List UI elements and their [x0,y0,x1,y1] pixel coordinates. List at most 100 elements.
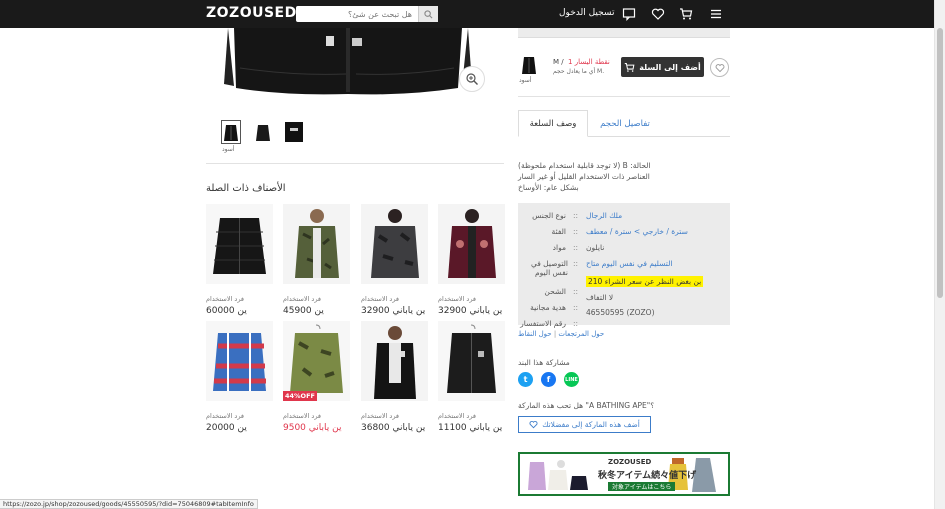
related-item-card[interactable]: فرد الاستخدام 45900 ين [283,204,350,316]
banner-brand: ZOZOUSED [608,458,652,466]
info-value: 46550595 (ZOZO) [586,308,655,317]
info-key: مواد [552,243,566,252]
item-price: 9500 ين ياباني [283,423,342,433]
related-item-card[interactable]: فرد الاستخدام 36800 ين ياباني [361,321,428,433]
line-icon[interactable]: LINE [564,372,579,387]
banner-headline: 秋冬アイテム続々値下げ [598,471,697,481]
info-separator: :: [573,303,579,312]
product-thumbnail [438,204,505,284]
info-separator: :: [573,243,579,252]
sale-badge: 44%OFF [283,391,317,401]
heart-icon[interactable] [651,7,665,21]
returns-link[interactable]: حول المرتجعات [558,330,604,338]
info-key: الفئة [551,227,566,236]
product-thumbnail [283,204,350,284]
item-price: 32900 ين ياباني [361,306,426,316]
chat-icon[interactable] [622,7,636,21]
thumbnail-2[interactable] [253,120,273,144]
related-item-card[interactable]: فرد الاستخدام 20000 ين [206,321,273,433]
product-thumbnail [283,321,350,401]
product-thumbnail [206,321,273,401]
promo-banner[interactable]: ZOZOUSED 秋冬アイテム続々値下げ 対象アイテムはこちら [518,452,730,496]
info-key: التوصيل في نفس اليوم [530,259,568,277]
status-bar-url: https://zozo.jp/shop/zozoused/goods/4555… [0,499,258,509]
tab-size-details[interactable]: تفاصيل الحجم [590,110,660,137]
item-price: 45900 ين [283,306,324,316]
info-value: لا التفاف [586,293,614,302]
info-value: نايلون [586,243,605,252]
item-price: 11100 ين ياباني [438,423,503,433]
banner-clothes-image [528,460,588,490]
info-value[interactable]: ملك الرجال [586,211,622,220]
related-item-card[interactable]: فرد الاستخدام 60000 ين [206,204,273,316]
info-value[interactable]: التسليم في نفس اليوم متاح [586,259,672,268]
description-line: (لا توجد قابلية استخدام ملحوظة) B :الحال… [518,161,651,170]
item-condition: فرد الاستخدام [206,412,245,420]
info-key: نوع الجنس [532,211,566,220]
thumbnail-3[interactable] [284,120,304,144]
add-brand-favorite-button[interactable]: أضف هذه الماركة إلى مفضلاتك [518,416,651,433]
search-button[interactable] [418,6,438,22]
zoom-button[interactable] [459,66,485,92]
facebook-icon[interactable]: f [541,372,556,387]
item-condition: فرد الاستخدام [438,412,477,420]
product-tabs: وصف السلعة تفاصيل الحجم [518,110,730,137]
info-separator: :: [573,287,579,296]
site-logo[interactable]: ZOZOUSED [206,5,297,21]
info-separator: :: [573,211,579,220]
related-item-card[interactable]: فرد الاستخدام 11100 ين ياباني [438,321,505,433]
selected-color-label: أسود [519,77,532,84]
selected-variant-thumbnail [522,57,536,74]
scrollbar-thumb[interactable] [937,28,943,298]
points-label: 1 نقطة اليسار [568,58,610,66]
related-items-title: الأصناف ذات الصلة [206,183,286,194]
twitter-icon[interactable]: t [518,372,533,387]
banner-cta: 対象アイテムはこちら [608,482,676,491]
info-key: رقم الاستفسار [520,319,566,328]
menu-icon[interactable] [709,7,723,21]
item-price: 60000 ين [206,306,247,316]
size-label: M / [553,58,564,66]
item-description: (لا توجد قابلية استخدام ملحوظة) B :الحال… [518,160,730,193]
info-value: 210 بن بغض النظر عن سعر الشراء [586,276,704,287]
item-condition: فرد الاستخدام [283,295,322,303]
related-item-card[interactable]: فرد الاستخدام 32900 ين ياباني [361,204,428,316]
item-condition: فرد الاستخدام [283,412,322,420]
tab-description[interactable]: وصف السلعة [518,110,588,137]
add-to-cart-button[interactable]: أضف إلى السلة [621,57,704,77]
info-separator: :: [573,259,579,268]
brand-question: هل تحب هذه الماركة "A BATHING APE"؟ [518,401,655,410]
info-separator: :: [573,319,579,328]
thumbnail-1[interactable] [221,120,241,144]
item-condition: فرد الاستخدام [361,412,400,420]
share-label: مشاركة هذا البند [518,358,570,367]
favorite-button[interactable] [710,58,729,77]
product-thumbnail [438,321,505,401]
thumbnail-color-label: أسود [222,146,235,153]
page-scrollbar[interactable] [934,0,945,509]
product-thumbnail [361,321,428,401]
points-link[interactable]: حول النقاط [518,330,552,338]
top-navigation-bar: ZOZOUSED تسجيل الدخول [0,0,945,28]
search-input[interactable] [296,6,416,22]
related-item-card[interactable]: فرد الاستخدام 32900 ين ياباني [438,204,505,316]
info-key: هدية مجانية [530,303,566,312]
add-to-cart-label: أضف إلى السلة [639,62,701,72]
search-box [296,6,438,22]
info-value[interactable]: سترة / خارجي > سترة / معطف [586,227,688,236]
related-item-card[interactable]: 44%OFF فرد الاستخدام 9500 ين ياباني [283,321,350,433]
heart-icon [529,420,538,429]
product-thumbnail [361,204,428,284]
item-price: 36800 ين ياباني [361,423,426,433]
description-line: بشكل عام: الأوساخ [518,183,579,192]
login-link[interactable]: تسجيل الدخول [559,8,614,18]
description-line: العناصر ذات الاستخدام القليل أو غير السا… [518,172,650,181]
add-brand-favorite-label: أضف هذه الماركة إلى مفضلاتك [542,420,640,429]
heart-icon [715,63,724,72]
item-condition: فرد الاستخدام [206,295,245,303]
divider [518,96,730,97]
cart-icon [625,62,635,72]
product-main-image[interactable] [206,28,490,96]
cart-icon[interactable] [679,7,693,21]
item-condition: فرد الاستخدام [438,295,477,303]
